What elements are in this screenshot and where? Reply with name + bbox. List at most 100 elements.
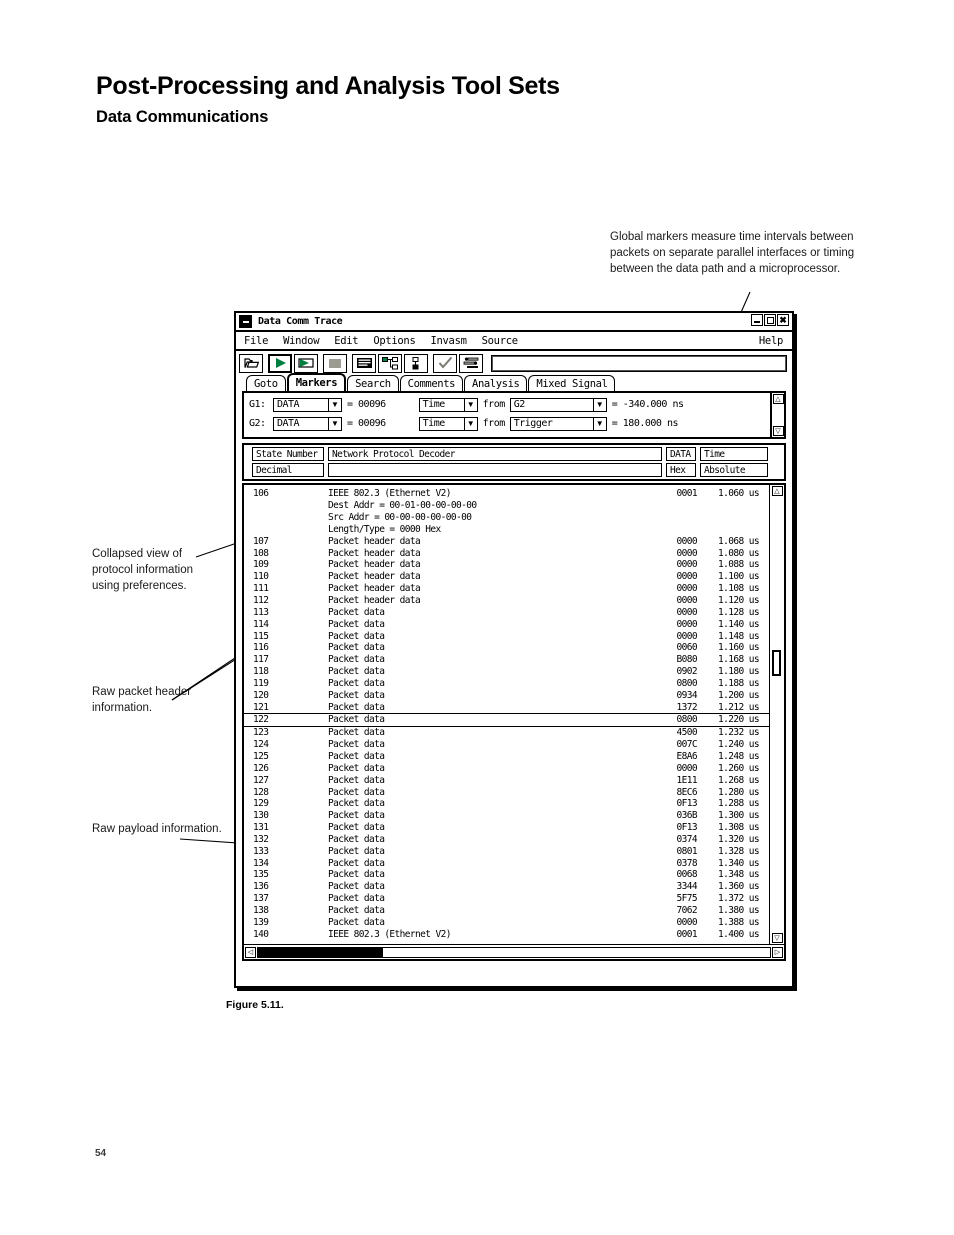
menu-item-edit[interactable]: Edit [334,335,358,347]
trace-row[interactable]: 123 Packet data 4500 1.232 us [244,727,769,739]
chevron-down-icon[interactable]: ▼ [593,416,607,431]
menu-item-invasm[interactable]: Invasm [430,335,466,347]
trace-row[interactable]: 120 Packet data 0934 1.200 us [244,689,769,701]
check-icon[interactable] [433,353,457,373]
column-decoder-title[interactable]: Network Protocol Decoder [328,447,662,461]
tab-goto[interactable]: Goto [246,375,286,391]
marker-g1-reference-combo[interactable]: G2 ▼ [509,397,607,412]
trace-row[interactable]: 124 Packet data 007C 1.240 us [244,739,769,751]
trace-row[interactable]: 136 Packet data 3344 1.360 us [244,881,769,893]
trace-row[interactable]: 131 Packet data 0F13 1.308 us [244,822,769,834]
column-data-base[interactable]: Hex [666,463,696,477]
trace-row[interactable]: 110 Packet header data 0000 1.100 us [244,571,769,583]
marker-g1-pattern-combo[interactable]: DATA ▼ [273,397,342,412]
vertical-scroll-thumb[interactable] [772,650,781,676]
tab-mixed-signal[interactable]: Mixed Signal [528,375,616,391]
scroll-right-icon[interactable]: ▷ [772,946,783,958]
column-data[interactable]: DATA Hex [666,447,696,477]
trace-row[interactable]: 119 Packet data 0800 1.188 us [244,678,769,690]
stop-icon[interactable] [323,353,347,373]
column-state-number[interactable]: State Number Decimal [252,447,324,477]
menu-item-source[interactable]: Source [482,335,518,347]
trace-row[interactable]: 109 Packet header data 0000 1.088 us [244,559,769,571]
markers-vertical-scrollbar[interactable]: △ ▽ [770,393,784,437]
trace-row[interactable]: 135 Packet data 0068 1.348 us [244,869,769,881]
minimize-button[interactable] [751,314,763,326]
marker-g1-measure-combo[interactable]: Time ▼ [418,397,478,412]
trace-row[interactable]: 118 Packet data 0902 1.180 us [244,666,769,678]
scroll-down-icon[interactable]: ▽ [771,933,783,943]
trace-row[interactable]: 138 Packet data 7062 1.380 us [244,905,769,917]
column-state-number-title[interactable]: State Number [252,447,324,461]
trace-row[interactable]: 126 Packet data 0000 1.260 us [244,762,769,774]
trace-row[interactable]: 108 Packet header data 0000 1.080 us [244,547,769,559]
trace-row[interactable]: 133 Packet data 0801 1.328 us [244,845,769,857]
trace-row[interactable]: 112 Packet header data 0000 1.120 us [244,595,769,607]
horizontal-scroll-track[interactable] [257,946,771,958]
trace-row[interactable]: 116 Packet data 0060 1.160 us [244,642,769,654]
scroll-up-icon[interactable]: △ [771,486,783,496]
chevron-down-icon[interactable]: ▼ [593,397,607,412]
trace-row[interactable]: 139 Packet data 0000 1.388 us [244,916,769,928]
trace-row[interactable]: 137 Packet data 5F75 1.372 us [244,893,769,905]
trace-rows[interactable]: 106 IEEE 802.3 (Ethernet V2) 0001 1.060 us D… [244,485,769,944]
menu-item-file[interactable]: File [244,335,268,347]
trace-row[interactable]: 106 IEEE 802.3 (Ethernet V2) 0001 1.060 us [244,488,769,500]
trace-row[interactable]: 111 Packet header data 0000 1.108 us [244,583,769,595]
trace-row[interactable]: 125 Packet data E8A6 1.248 us [244,751,769,763]
chevron-down-icon[interactable]: ▼ [329,397,342,412]
trace-row[interactable]: 127 Packet data 1E11 1.268 us [244,774,769,786]
menu-item-options[interactable]: Options [373,335,415,347]
maximize-button[interactable] [764,314,776,326]
trace-row[interactable]: 122 Packet data 0800 1.220 us [244,713,769,727]
trace-row[interactable]: 113 Packet data 0000 1.128 us [244,606,769,618]
marker-g2-measure-combo[interactable]: Time ▼ [418,416,478,431]
network-tree-icon[interactable] [378,353,402,373]
scroll-left-icon[interactable]: ◁ [245,946,256,958]
tab-analysis[interactable]: Analysis [464,375,528,391]
menu-item-help[interactable]: Help [759,335,783,347]
column-time[interactable]: Time Absolute [700,447,768,477]
trace-horizontal-scrollbar[interactable]: ◁ ▷ [244,944,784,959]
column-decoder-sub[interactable] [328,463,662,477]
trace-row[interactable]: 121 Packet data 1372 1.212 us [244,701,769,713]
column-state-number-base[interactable]: Decimal [252,463,324,477]
column-decoder[interactable]: Network Protocol Decoder [328,447,662,477]
trace-row[interactable]: Src Addr = 00-00-00-00-00-00 [244,512,769,524]
run-icon[interactable] [268,353,292,373]
run-repetitive-icon[interactable] [294,353,318,373]
listing-icon[interactable] [352,353,376,373]
toolbar-text-entry[interactable] [491,354,787,372]
marker-g2-reference-combo[interactable]: Trigger ▼ [509,416,607,431]
trace-row[interactable]: Length/Type = 0000 Hex [244,524,769,536]
settings-sliders-icon[interactable] [459,353,483,373]
trace-row[interactable]: 107 Packet header data 0000 1.068 us [244,535,769,547]
marker-g2-pattern-combo[interactable]: DATA ▼ [273,416,342,431]
tab-markers[interactable]: Markers [286,373,347,391]
column-time-mode[interactable]: Absolute [700,463,768,477]
open-folder-icon[interactable] [239,353,263,373]
window-menu-icon[interactable] [239,315,252,328]
trace-row[interactable]: 129 Packet data 0F13 1.288 us [244,798,769,810]
trace-row[interactable]: 132 Packet data 0374 1.320 us [244,833,769,845]
horizontal-scroll-thumb[interactable] [258,947,383,957]
scroll-up-icon[interactable]: △ [772,394,784,404]
trace-row[interactable]: 130 Packet data 036B 1.300 us [244,810,769,822]
trace-row[interactable]: 140 IEEE 802.3 (Ethernet V2) 0001 1.400 us [244,928,769,940]
trace-row[interactable]: 134 Packet data 0378 1.340 us [244,857,769,869]
close-button[interactable]: ✖ [777,314,789,326]
trace-vertical-scrollbar[interactable]: △ ▽ [769,485,784,944]
column-data-title[interactable]: DATA [666,447,696,461]
trace-row[interactable]: 117 Packet data B080 1.168 us [244,654,769,666]
scroll-down-icon[interactable]: ▽ [772,426,784,436]
trace-row[interactable]: 115 Packet data 0000 1.148 us [244,630,769,642]
menu-item-window[interactable]: Window [283,335,319,347]
chevron-down-icon[interactable]: ▼ [329,416,342,431]
column-time-title[interactable]: Time [700,447,768,461]
trace-row[interactable]: Dest Addr = 00-01-00-00-00-00 [244,500,769,512]
trace-row[interactable]: 114 Packet data 0000 1.140 us [244,618,769,630]
tab-comments[interactable]: Comments [399,375,464,391]
tab-search[interactable]: Search [347,375,399,391]
chevron-down-icon[interactable]: ▼ [464,416,478,431]
hierarchy-icon[interactable] [404,353,428,373]
